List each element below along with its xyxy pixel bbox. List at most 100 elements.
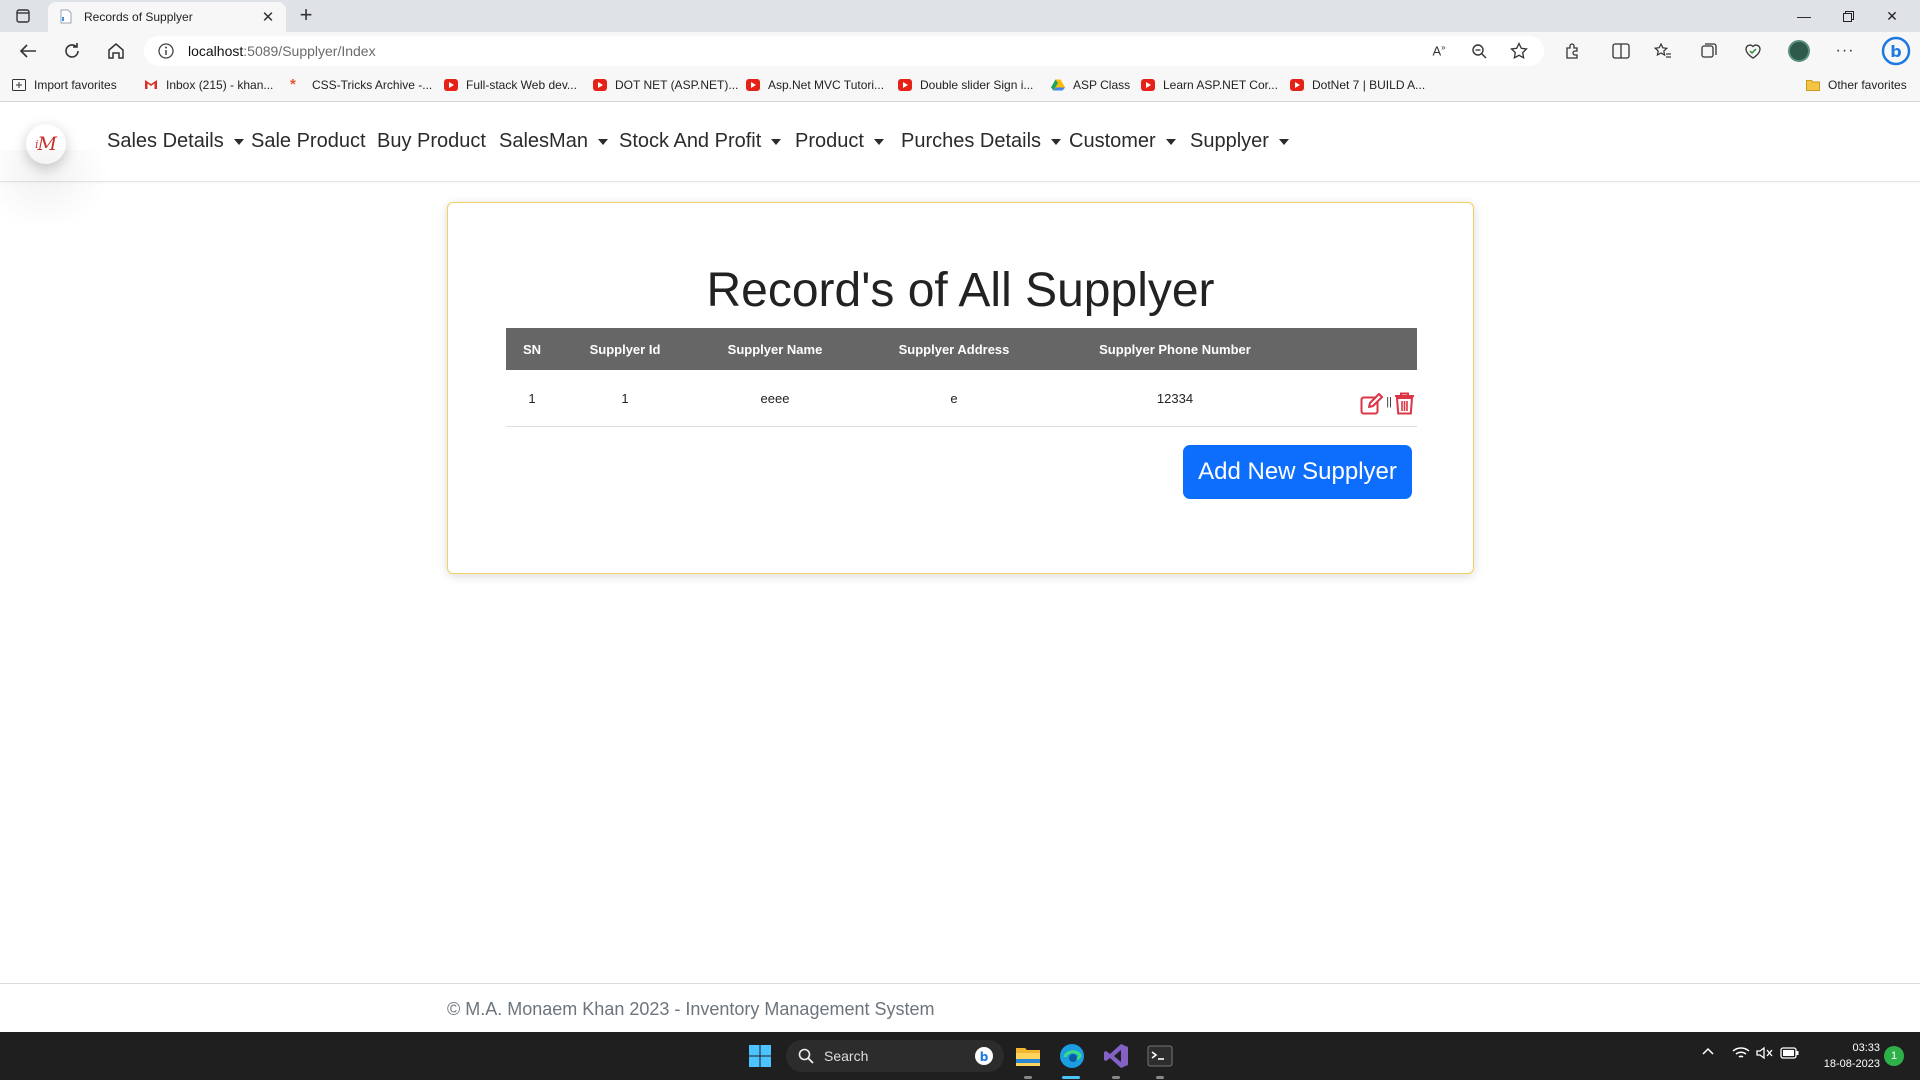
youtube-icon xyxy=(1290,79,1304,91)
nav-label: Purches Details xyxy=(901,130,1042,152)
nav-label: Supplyer xyxy=(1190,130,1269,152)
wifi-icon[interactable] xyxy=(1732,1046,1750,1060)
clock-time: 03:33 xyxy=(1852,1042,1880,1054)
read-aloud-icon[interactable]: A» xyxy=(1426,38,1452,64)
browser-tab-bar: Records of Supplyer ✕ + — ✕ xyxy=(0,0,1920,32)
favorite-label: Full-stack Web dev... xyxy=(466,78,577,92)
nav-purches-details[interactable]: Purches Details xyxy=(901,130,1062,153)
svg-text:b: b xyxy=(1890,42,1901,61)
close-window-icon[interactable]: ✕ xyxy=(1870,0,1914,32)
favorite-star-icon[interactable] xyxy=(1506,38,1532,64)
table-row: 1 1 eeee e 12334 || xyxy=(506,370,1417,427)
collections-icon[interactable] xyxy=(1696,38,1722,64)
nav-product[interactable]: Product xyxy=(795,130,884,153)
nav-supplyer[interactable]: Supplyer xyxy=(1190,130,1289,153)
logo-shadow xyxy=(0,150,110,230)
caret-down-icon xyxy=(1278,138,1289,145)
volume-muted-icon[interactable] xyxy=(1756,1046,1774,1060)
nav-stock-and-profit[interactable]: Stock And Profit xyxy=(619,130,782,153)
css-tricks-icon: * xyxy=(290,76,296,93)
file-explorer-running-indicator xyxy=(1024,1076,1032,1079)
home-icon[interactable] xyxy=(102,38,130,64)
nav-label: Sales Details xyxy=(107,130,224,152)
terminal-icon[interactable] xyxy=(1146,1042,1174,1070)
favorite-double-slider[interactable]: Double slider Sign i... xyxy=(898,78,1033,92)
favorite-asp-class[interactable]: ASP Class xyxy=(1051,78,1130,92)
nav-label: Sale Product xyxy=(251,130,366,152)
page-favicon-icon xyxy=(60,9,74,25)
battery-icon[interactable] xyxy=(1780,1046,1800,1060)
taskbar-search[interactable]: Search b xyxy=(786,1040,1004,1072)
browser-tab-active[interactable]: Records of Supplyer ✕ xyxy=(48,2,286,32)
bing-copilot-icon[interactable]: b xyxy=(1880,36,1912,66)
youtube-icon xyxy=(898,79,912,91)
nav-buy-product[interactable]: Buy Product xyxy=(377,130,486,153)
edge-icon[interactable] xyxy=(1058,1042,1086,1070)
browser-essentials-icon[interactable] xyxy=(1740,38,1766,64)
edit-icon[interactable] xyxy=(1360,392,1384,416)
refresh-icon[interactable] xyxy=(58,38,86,64)
favorites-list-icon[interactable] xyxy=(1650,38,1676,64)
page-title: Record's of All Supplyer xyxy=(706,264,1215,317)
bing-search-icon: b xyxy=(974,1046,994,1066)
tab-actions-icon[interactable] xyxy=(12,6,34,26)
extensions-icon[interactable] xyxy=(1560,38,1586,64)
back-icon[interactable] xyxy=(14,38,42,64)
nav-salesman[interactable]: SalesMan xyxy=(499,130,608,153)
favorite-label: CSS-Tricks Archive -... xyxy=(312,78,433,92)
clock-date: 18-08-2023 xyxy=(1823,1058,1880,1070)
nav-label: Customer xyxy=(1069,130,1156,152)
caret-down-icon xyxy=(597,138,608,145)
caret-down-icon xyxy=(1165,138,1176,145)
favorite-learn-aspnet[interactable]: Learn ASP.NET Cor... xyxy=(1141,78,1278,92)
cell-actions: || xyxy=(1300,381,1417,416)
system-clock[interactable]: 03:33 18-08-2023 xyxy=(1810,1040,1880,1072)
delete-icon[interactable] xyxy=(1394,392,1415,415)
cell-supplyer-name: eeee xyxy=(760,390,790,406)
cell-supplyer-id: 1 xyxy=(621,390,629,406)
favorite-label: Import favorites xyxy=(34,78,117,92)
more-options-icon[interactable]: ··· xyxy=(1832,38,1858,64)
nav-label: Buy Product xyxy=(377,130,486,152)
nav-customer[interactable]: Customer xyxy=(1069,130,1176,153)
visual-studio-icon[interactable] xyxy=(1102,1042,1130,1070)
google-drive-icon xyxy=(1051,79,1065,91)
search-label: Search xyxy=(824,1048,869,1064)
url-field[interactable]: localhost:5089/Supplyer/Index xyxy=(144,36,1544,66)
visual-studio-running-indicator xyxy=(1112,1076,1120,1079)
supplier-table: SN Supplyer Id Supplyer Name Supplyer Ad… xyxy=(506,328,1417,427)
favorite-fullstack[interactable]: Full-stack Web dev... xyxy=(444,78,577,92)
favorite-label: DotNet 7 | BUILD A... xyxy=(1312,78,1426,92)
split-screen-icon[interactable] xyxy=(1608,38,1634,64)
tray-overflow-icon[interactable] xyxy=(1702,1046,1714,1056)
favorite-label: DOT NET (ASP.NET)... xyxy=(615,78,739,92)
header-supplyer-address: Supplyer Address xyxy=(898,341,1010,357)
nav-sale-product[interactable]: Sale Product xyxy=(251,130,366,153)
zoom-icon[interactable] xyxy=(1466,38,1492,64)
tab-title: Records of Supplyer xyxy=(84,10,193,24)
url-path: :5089/Supplyer/Index xyxy=(243,43,376,59)
cell-supplyer-phone: 12334 xyxy=(1156,390,1194,406)
favorite-aspnet-mvc[interactable]: Asp.Net MVC Tutori... xyxy=(746,78,884,92)
tab-close-icon[interactable]: ✕ xyxy=(260,8,276,26)
nav-sales-details[interactable]: Sales Details xyxy=(107,130,244,153)
add-new-supplyer-button[interactable]: Add New Supplyer xyxy=(1183,445,1412,499)
new-tab-icon[interactable]: + xyxy=(294,4,318,28)
minimize-icon[interactable]: — xyxy=(1782,0,1826,32)
footer-text: © M.A. Monaem Khan 2023 - Inventory Mana… xyxy=(447,999,935,1019)
url-host: localhost xyxy=(188,43,244,59)
notification-badge[interactable]: 1 xyxy=(1884,1046,1904,1066)
other-favorites[interactable]: Other favorites xyxy=(1806,78,1907,92)
favorite-dotnet[interactable]: DOT NET (ASP.NET)... xyxy=(593,78,738,92)
favorite-dotnet7[interactable]: DotNet 7 | BUILD A... xyxy=(1290,78,1425,92)
favorite-gmail[interactable]: Inbox (215) - khan... xyxy=(144,78,273,92)
windows-taskbar: Search b 03:33 18-08-2023 1 xyxy=(0,1032,1920,1080)
favorite-import[interactable]: Import favorites xyxy=(12,78,117,92)
file-explorer-icon[interactable] xyxy=(1014,1042,1042,1070)
site-info-icon[interactable] xyxy=(158,43,174,59)
restore-icon[interactable] xyxy=(1826,0,1870,32)
caret-down-icon xyxy=(771,138,782,145)
favorite-css-tricks[interactable]: * CSS-Tricks Archive -... xyxy=(290,76,433,93)
profile-avatar[interactable] xyxy=(1786,38,1812,64)
windows-start-icon[interactable] xyxy=(746,1042,774,1070)
